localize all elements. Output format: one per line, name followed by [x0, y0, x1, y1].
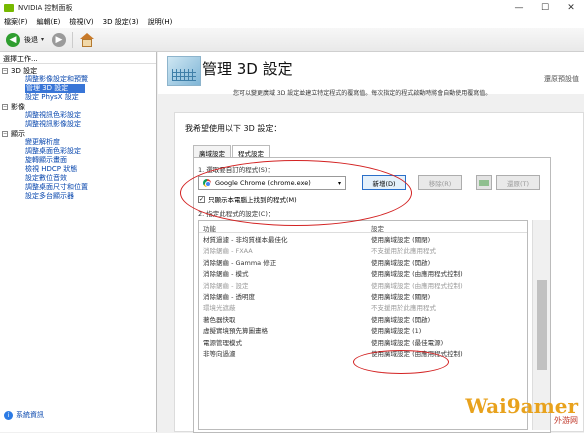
table-row[interactable]: 非等向過濾使用廣域設定 (由應用程式控制) — [199, 347, 527, 358]
program-settings-tab-body: 1. 選取要自訂的程式(S)： Google Chrome (chrome.ex… — [193, 157, 551, 433]
settings-panel: 我希望使用以下 3D 設定： 廣域設定 程式設定 1. 選取要自訂的程式(S)：… — [174, 112, 584, 432]
checkbox-label: 只顯示本電腦上找到的程式(M) — [208, 194, 297, 204]
tree-item-desktop-color[interactable]: 調整桌面色彩設定 — [0, 147, 156, 156]
table-row[interactable]: 消除鋸齒 - 模式使用廣域設定 (由應用程式控制) — [199, 267, 527, 278]
collapse-icon[interactable]: − — [2, 131, 8, 137]
watermark: Wai9amer 外游网 — [465, 394, 578, 426]
window-title: NVIDIA 控制面板 — [18, 3, 73, 13]
tab-program-settings[interactable]: 程式設定 — [232, 145, 270, 157]
remove-program-button[interactable]: 移除(R) — [418, 175, 462, 190]
tree-item-rotate[interactable]: 旋轉顯示畫面 — [0, 156, 156, 165]
table-row[interactable]: 著色器快取使用廣域設定 (開啟) — [199, 313, 527, 324]
page-description: 您可以變更廣域 3D 設定並建立特定程式的覆寫值。每次指定的程式啟動時將會自動使… — [233, 88, 491, 97]
settings-heading: 我希望使用以下 3D 設定： — [185, 123, 281, 134]
restore-image-icon — [476, 175, 492, 190]
scrollbar-thumb[interactable] — [537, 280, 547, 370]
tree-item-resolution[interactable]: 變更解析度 — [0, 138, 156, 147]
menu-help[interactable]: 說明(H) — [148, 17, 173, 27]
chevron-down-icon[interactable]: ▾ — [338, 180, 341, 187]
chevron-down-icon[interactable]: ▾ — [41, 36, 44, 43]
table-header: 功能 設定 — [199, 221, 527, 233]
window-controls: — ☐ ✕ — [506, 0, 584, 16]
minimize-button[interactable]: — — [506, 0, 532, 16]
maximize-button[interactable]: ☐ — [532, 0, 558, 16]
program-select[interactable]: Google Chrome (chrome.exe) ▾ — [198, 176, 346, 190]
tree-category-display[interactable]: −顯示 — [0, 129, 156, 138]
tree-category-video[interactable]: −影像 — [0, 102, 156, 111]
menu-file[interactable]: 檔案(F) — [4, 17, 28, 27]
system-info-link[interactable]: i 系統資訊 — [4, 410, 44, 420]
table-row[interactable]: 材質過濾 - 非均質樣本最佳化使用廣域設定 (關閉) — [199, 233, 527, 244]
task-tree: −3D 設定 調整影像設定和預覽 管理 3D 設定 設定 PhysX 設定 −影… — [0, 64, 156, 201]
settings-tabs: 廣域設定 程式設定 — [193, 145, 271, 157]
toolbar: ◀ 後退 ▾ ▶ — [0, 28, 584, 52]
table-row[interactable]: 環境光遮蔽不支援用於此應用程式 — [199, 301, 527, 312]
checkmark-icon[interactable]: ✓ — [198, 196, 205, 203]
3d-settings-logo-icon — [167, 56, 201, 86]
close-button[interactable]: ✕ — [558, 0, 584, 16]
task-pane-header: 選擇工作... — [0, 52, 156, 64]
back-arrow-icon[interactable]: ◀ — [6, 33, 20, 47]
menu-3d-settings[interactable]: 3D 設定(3) — [103, 17, 139, 27]
back-label[interactable]: 後退 — [24, 35, 38, 45]
add-program-button[interactable]: 新增(D) — [362, 175, 406, 190]
column-setting: 設定 — [367, 221, 527, 232]
tree-item-hdcp[interactable]: 檢視 HDCP 狀態 — [0, 165, 156, 174]
tab-global-settings[interactable]: 廣域設定 — [193, 145, 231, 157]
tree-item-desktop-size[interactable]: 調整桌面尺寸和位置 — [0, 183, 156, 192]
info-icon: i — [4, 411, 13, 420]
table-row[interactable]: 消除鋸齒 - 透明度使用廣域設定 (關閉) — [199, 290, 527, 301]
table-row[interactable]: 虛擬實境預先算圖畫格使用廣域設定 (1) — [199, 324, 527, 335]
table-row[interactable]: 電源管理模式使用廣域設定 (最佳電源) — [199, 336, 527, 347]
table-row[interactable]: 消除鋸齒 - 設定使用廣域設定 (由應用程式控制) — [199, 279, 527, 290]
home-icon[interactable] — [79, 33, 95, 47]
program-select-value: Google Chrome (chrome.exe) — [215, 179, 311, 187]
nvidia-logo-icon — [4, 4, 14, 12]
restore-defaults-link[interactable]: 還原預設值 — [544, 74, 579, 84]
tree-item-manage-3d[interactable]: 管理 3D 設定 — [25, 84, 85, 93]
collapse-icon[interactable]: − — [2, 68, 8, 74]
chrome-icon — [203, 179, 211, 187]
step2-label: 2. 指定此程式的設定(C)： — [198, 208, 274, 218]
table-row[interactable]: 消除鋸齒 - FXAA不支援用於此應用程式 — [199, 244, 527, 255]
tree-item-image-settings[interactable]: 調整影像設定和預覽 — [0, 75, 156, 84]
page-title: 管理 3D 設定 — [202, 58, 293, 79]
column-feature: 功能 — [199, 221, 367, 232]
menu-view[interactable]: 檢視(V) — [69, 17, 93, 27]
content-pane: 管理 3D 設定 還原預設值 您可以變更廣域 3D 設定並建立特定程式的覆寫值。… — [158, 52, 584, 432]
menu-bar: 檔案(F) 編輯(E) 檢視(V) 3D 設定(3) 說明(H) — [0, 16, 584, 28]
tree-category-3d[interactable]: −3D 設定 — [0, 66, 156, 75]
menu-edit[interactable]: 編輯(E) — [37, 17, 61, 27]
restore-program-button[interactable]: 還原(T) — [496, 175, 540, 190]
table-row[interactable]: 消除鋸齒 - Gamma 修正使用廣域設定 (開啟) — [199, 256, 527, 267]
task-pane: 選擇工作... −3D 設定 調整影像設定和預覽 管理 3D 設定 設定 Phy… — [0, 52, 157, 432]
forward-arrow-icon[interactable]: ▶ — [52, 33, 66, 47]
tree-item-video-color[interactable]: 調整視訊色彩設定 — [0, 111, 156, 120]
tree-item-audio[interactable]: 設定數位音效 — [0, 174, 156, 183]
tree-item-multi-display[interactable]: 設定多台顯示器 — [0, 192, 156, 201]
collapse-icon[interactable]: − — [2, 104, 8, 110]
show-found-programs-checkbox[interactable]: ✓ 只顯示本電腦上找到的程式(M) — [198, 194, 297, 204]
step1-label: 1. 選取要自訂的程式(S)： — [198, 164, 274, 174]
toolbar-divider — [72, 32, 73, 48]
title-bar: NVIDIA 控制面板 — ☐ ✕ — [0, 0, 584, 16]
